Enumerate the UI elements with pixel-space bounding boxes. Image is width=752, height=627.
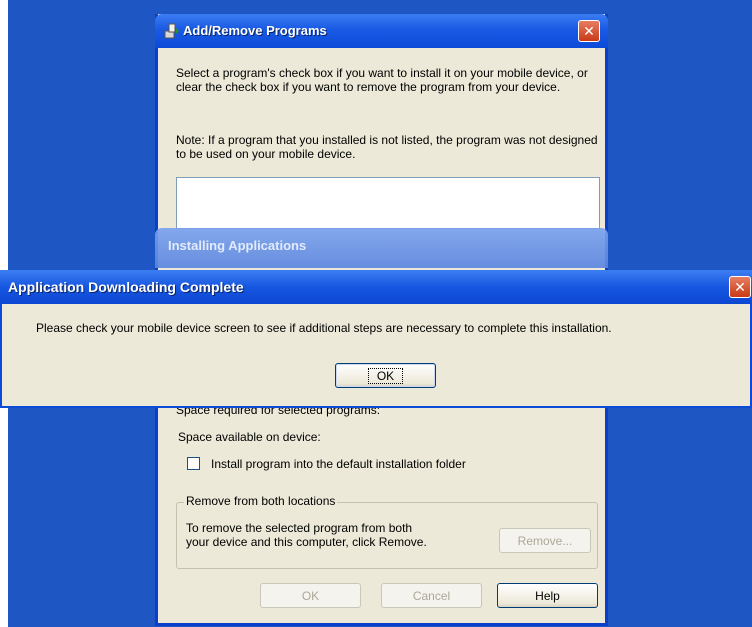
dialog-message: Please check your mobile device screen t… — [36, 321, 612, 335]
space-required-label: Space required for selected programs: — [176, 408, 381, 417]
close-icon[interactable]: ✕ — [729, 276, 751, 298]
remove-group-legend: Remove from both locations — [184, 494, 338, 508]
add-remove-programs-icon — [163, 22, 181, 40]
installing-applications-title: Installing Applications — [168, 238, 307, 253]
window-title: Add/Remove Programs — [183, 23, 327, 38]
space-available-label: Space available on device: — [178, 430, 321, 444]
program-list[interactable] — [176, 177, 600, 229]
note-text: Note: If a program that you installed is… — [176, 133, 598, 161]
ok-button[interactable]: OK — [260, 583, 361, 608]
help-button[interactable]: Help — [497, 583, 598, 608]
remove-group-text: To remove the selected program from both… — [186, 521, 427, 549]
remove-button[interactable]: Remove... — [499, 528, 591, 553]
instructions-text: Select a program's check box if you want… — [176, 66, 588, 94]
install-default-folder-checkbox[interactable] — [187, 457, 200, 470]
dialog-title: Application Downloading Complete — [8, 279, 244, 295]
add-remove-programs-titlebar[interactable]: Add/Remove Programs — [155, 14, 608, 48]
cancel-button[interactable]: Cancel — [381, 583, 482, 608]
install-default-folder-label[interactable]: Install program into the default install… — [211, 457, 466, 471]
dialog-ok-button[interactable]: OK — [335, 363, 436, 388]
dialog-ok-label: OK — [367, 367, 404, 384]
close-icon[interactable]: ✕ — [578, 20, 600, 42]
